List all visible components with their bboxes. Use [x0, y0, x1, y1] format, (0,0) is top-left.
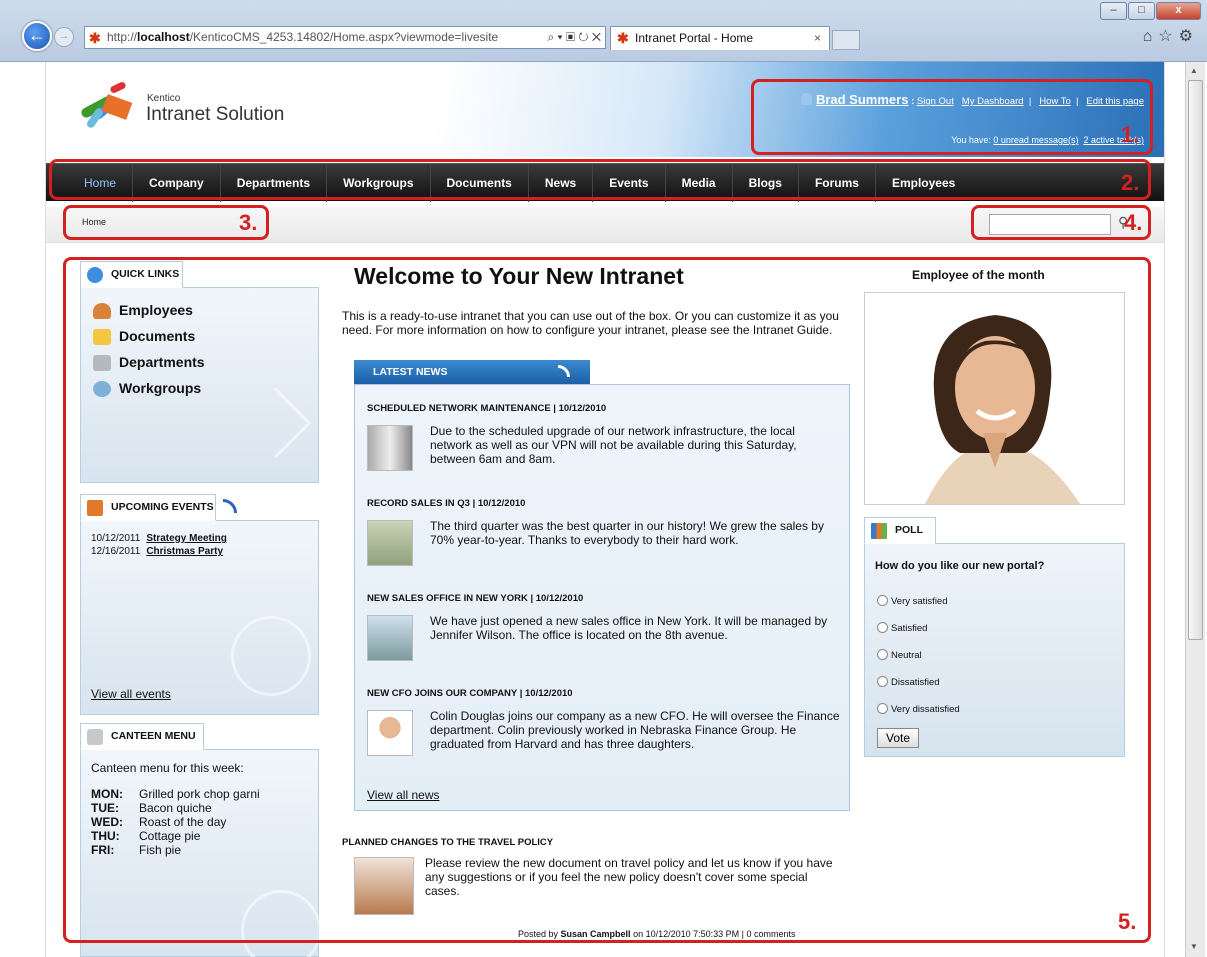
- scroll-up-icon[interactable]: ▲: [1190, 66, 1198, 75]
- new-tab-button[interactable]: [832, 30, 860, 50]
- quick-links-icon: [87, 267, 103, 283]
- annotation-number: 1.: [1121, 122, 1140, 147]
- annotation-box-user: [751, 79, 1153, 155]
- browser-chrome: – □ x ← → ✱ http://localhost/KenticoCMS_4…: [0, 0, 1207, 62]
- site-favicon-icon: ✱: [89, 30, 101, 46]
- annotation-box-nav: [49, 159, 1151, 200]
- scroll-down-icon[interactable]: ▼: [1190, 942, 1198, 951]
- poll-title: POLL: [895, 524, 923, 536]
- forward-button[interactable]: →: [54, 27, 74, 47]
- calendar-icon: [87, 500, 103, 516]
- tab-close-icon[interactable]: ×: [814, 27, 821, 49]
- minimize-button[interactable]: –: [1100, 2, 1127, 20]
- window-controls: – □ x: [1099, 2, 1201, 20]
- browser-tools-icons[interactable]: ⌂☆⚙: [1143, 26, 1199, 46]
- browser-tab[interactable]: ✱ Intranet Portal - Home ×: [610, 26, 830, 50]
- close-window-button[interactable]: x: [1156, 2, 1201, 20]
- canteen-tab: CANTEEN MENU: [80, 723, 204, 750]
- tab-title: Intranet Portal - Home: [635, 31, 754, 45]
- kentico-logo-icon[interactable]: [79, 80, 140, 130]
- annotation-number: 4.: [1124, 210, 1143, 235]
- tab-favicon-icon: ✱: [617, 30, 629, 46]
- url-host: localhost: [137, 30, 190, 44]
- bar-chart-icon: [871, 523, 887, 539]
- annotation-box-content: [63, 257, 1151, 943]
- page: Kentico Intranet Solution Brad Summers :…: [45, 62, 1165, 957]
- back-button[interactable]: ←: [22, 21, 52, 51]
- brand-small: Kentico: [147, 93, 181, 104]
- scroll-thumb[interactable]: [1188, 80, 1203, 640]
- events-title: UPCOMING EVENTS: [111, 501, 214, 513]
- brand-title: Intranet Solution: [146, 104, 285, 125]
- url-prefix: http://: [107, 30, 138, 44]
- poll-tab: POLL: [864, 517, 936, 544]
- annotation-number: 2.: [1121, 170, 1140, 195]
- quick-links-title: QUICK LINKS: [111, 268, 180, 280]
- annotation-number: 5.: [1118, 909, 1137, 934]
- annotation-number: 3.: [239, 210, 258, 235]
- maximize-button[interactable]: □: [1128, 2, 1155, 20]
- url-path: /KenticoCMS_4253.14802/Home.aspx?viewmod…: [189, 30, 499, 44]
- address-bar[interactable]: ✱ http://localhost/KenticoCMS_4253.14802/…: [84, 26, 606, 49]
- quick-links-tab: QUICK LINKS: [80, 261, 183, 288]
- canteen-title: CANTEEN MENU: [111, 730, 196, 742]
- address-tools[interactable]: ⌕ ▾ ▣ ↻ ✕: [548, 27, 602, 48]
- chef-icon: [87, 729, 103, 745]
- events-tab: UPCOMING EVENTS: [80, 494, 237, 521]
- vertical-scrollbar[interactable]: ▲ ▼: [1185, 62, 1205, 957]
